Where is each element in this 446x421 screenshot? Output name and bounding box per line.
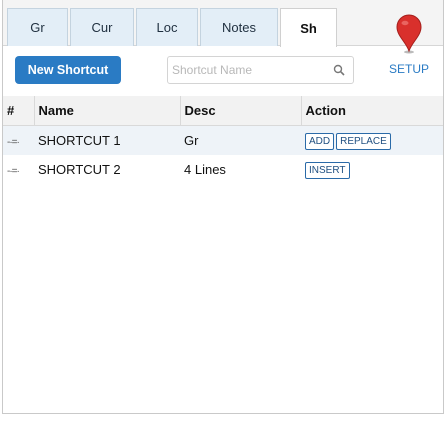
column-header-action: Action <box>301 96 443 126</box>
column-header-name[interactable]: Name <box>34 96 181 126</box>
shortcut-name: SHORTCUT 2 <box>38 162 121 177</box>
table-row[interactable]: -·=· SHORTCUT 2 4 Lines INSERT <box>3 155 443 184</box>
column-header-desc[interactable]: Desc <box>180 96 302 126</box>
tab-sh[interactable]: Sh <box>280 8 337 47</box>
drag-handle-icon[interactable]: -·=· <box>7 166 20 177</box>
search-icon[interactable] <box>333 64 345 76</box>
tab-gr[interactable]: Gr <box>7 8 68 46</box>
column-header-number: # <box>3 96 35 126</box>
toolbar: New Shortcut SETUP <box>3 46 443 96</box>
shortcut-name: SHORTCUT 1 <box>34 125 180 155</box>
shortcuts-table: # Name Desc Action -·=· SHORTCUT 1 Gr AD… <box>3 96 443 184</box>
tab-loc[interactable]: Loc <box>136 8 198 46</box>
tab-bar: Gr Cur Loc Notes Sh <box>3 0 443 47</box>
table-header-row: # Name Desc Action <box>3 96 443 126</box>
new-shortcut-button[interactable]: New Shortcut <box>15 56 121 84</box>
search-input[interactable] <box>172 61 322 79</box>
shortcut-desc: 4 Lines <box>184 162 226 177</box>
replace-button[interactable]: REPLACE <box>336 132 391 150</box>
shortcuts-panel: Gr Cur Loc Notes Sh New Shortcut SETUP <box>2 0 444 414</box>
insert-button[interactable]: INSERT <box>305 161 350 179</box>
setup-link[interactable]: SETUP <box>389 62 429 76</box>
tab-notes[interactable]: Notes <box>200 8 278 46</box>
shortcut-desc: Gr <box>180 125 301 155</box>
search-box <box>167 56 354 84</box>
tab-cur[interactable]: Cur <box>70 8 134 46</box>
add-button[interactable]: ADD <box>305 132 335 150</box>
drag-handle-icon[interactable]: -·=· <box>7 137 20 148</box>
shortcut-actions: ADD REPLACE <box>301 125 443 155</box>
table-row[interactable]: -·=· SHORTCUT 1 Gr ADD REPLACE <box>3 125 443 155</box>
shortcut-actions: INSERT <box>301 155 443 184</box>
